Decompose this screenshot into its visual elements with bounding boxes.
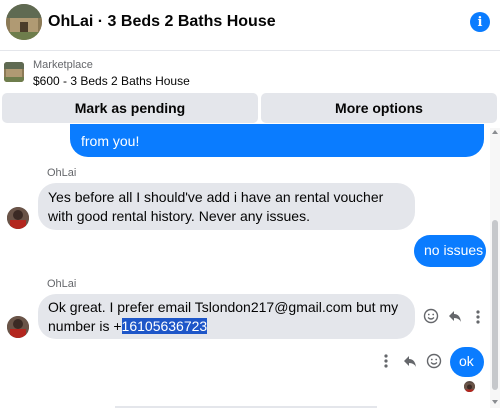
react-emoji-icon[interactable] — [426, 353, 442, 369]
conversation-avatar[interactable] — [6, 4, 42, 40]
incoming-message[interactable]: Yes before all I should've add i have an… — [38, 183, 415, 230]
info-icon[interactable]: i — [470, 12, 490, 32]
scrollbar-thumb[interactable] — [492, 220, 498, 390]
mark-as-pending-button[interactable]: Mark as pending — [2, 93, 258, 123]
marketplace-listing[interactable]: Marketplace $600 - 3 Beds 2 Baths House — [0, 50, 500, 92]
react-emoji-icon[interactable] — [423, 308, 439, 324]
incoming-message[interactable]: Ok great. I prefer email Tslondon217@gma… — [38, 294, 415, 339]
message-text: Ok great. I prefer email Tslondon217@gma… — [48, 299, 399, 334]
conversation-header: OhLai · 3 Beds 2 Baths House i — [0, 0, 500, 46]
reply-icon[interactable] — [402, 353, 418, 369]
listing-thumbnail — [4, 62, 24, 82]
sender-name: OhLai — [47, 167, 77, 179]
read-receipt-avatar — [464, 381, 475, 392]
selected-phone-number[interactable]: 16105636723 — [121, 318, 208, 334]
conversation-title: OhLai · 3 Beds 2 Baths House — [48, 13, 276, 30]
outgoing-message[interactable]: from you! — [70, 124, 484, 157]
sender-name: OhLai — [47, 278, 77, 290]
more-vertical-icon[interactable] — [472, 309, 484, 325]
scroll-down-arrow[interactable] — [492, 400, 498, 404]
outgoing-message[interactable]: ok — [450, 347, 484, 377]
more-vertical-icon[interactable] — [380, 353, 392, 369]
more-options-button[interactable]: More options — [261, 93, 497, 123]
sender-avatar[interactable] — [7, 316, 29, 338]
marketplace-label: Marketplace — [33, 59, 93, 71]
scroll-up-arrow[interactable] — [492, 130, 498, 134]
outgoing-message[interactable]: no issues — [414, 235, 486, 267]
sender-avatar[interactable] — [7, 207, 29, 229]
reply-icon[interactable] — [447, 308, 463, 324]
listing-title: $600 - 3 Beds 2 Baths House — [33, 74, 190, 88]
